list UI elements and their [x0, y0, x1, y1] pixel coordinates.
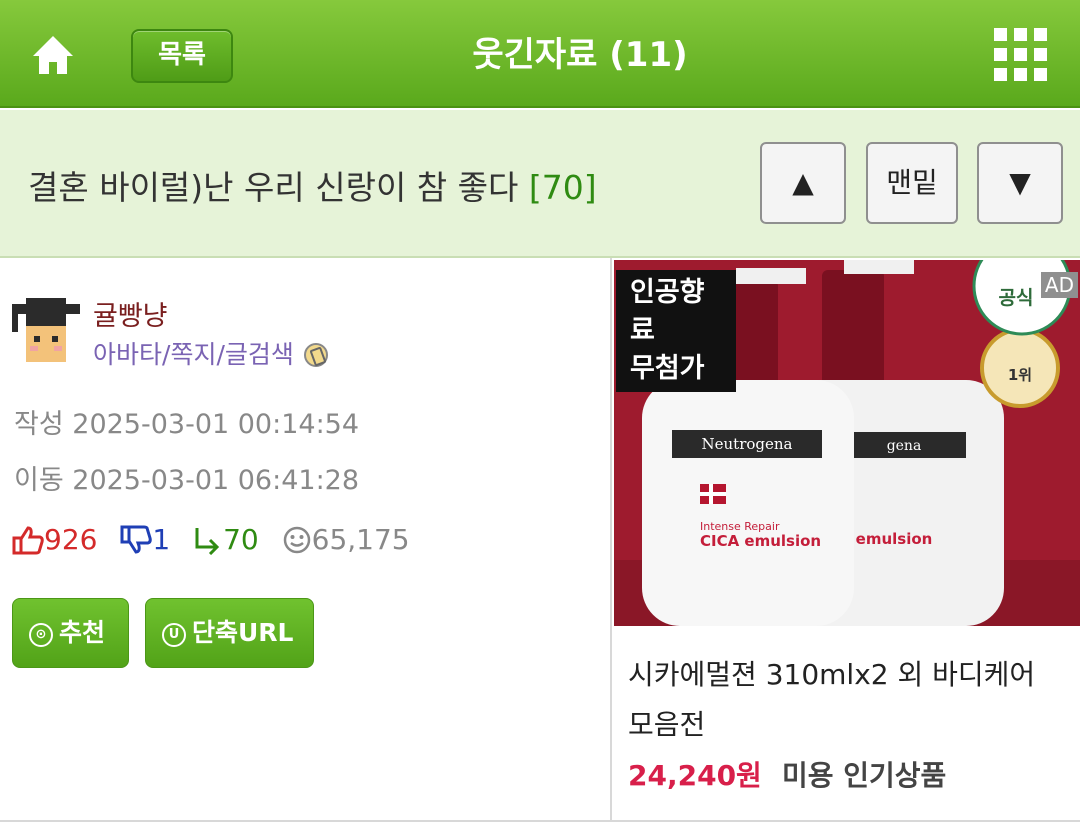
search-posts-link[interactable]: 글검색	[225, 340, 294, 369]
ad-mark[interactable]: AD	[1040, 272, 1078, 298]
svg-text:emulsion: emulsion	[856, 530, 933, 548]
ad-product-line2: CICA emulsion	[700, 532, 821, 550]
list-button[interactable]: 목록	[131, 29, 233, 83]
svg-text:genа: genа	[887, 438, 922, 454]
avatar-link[interactable]: 아바타	[93, 340, 162, 369]
grid-menu-button[interactable]	[994, 28, 1048, 82]
home-button[interactable]	[28, 30, 78, 80]
thumbs-down-icon	[120, 525, 153, 554]
recommend-icon: ⊙	[29, 623, 53, 647]
post-title-bar: 결혼 바이럴)난 우리 신랑이 참 좋다 [70] ▲ 맨밑 ▼	[0, 110, 1080, 258]
post-info-panel: 귤빵냥 아바타/쪽지/글검색 작성 2025-03-01 00:14:54 이동…	[0, 260, 610, 820]
reply-arrow-icon	[195, 528, 220, 556]
dislike-stat: 1	[120, 523, 170, 557]
like-stat: 926	[12, 523, 97, 557]
home-icon	[33, 36, 73, 74]
ad-price: 24,240원	[628, 759, 762, 792]
author-nickname[interactable]: 귤빵냥	[93, 300, 168, 334]
memo-badge-icon[interactable]	[303, 343, 328, 367]
prev-post-button[interactable]: ▲	[760, 142, 846, 224]
ad-official-text: 공식	[999, 287, 1034, 309]
message-link[interactable]: 쪽지	[170, 340, 216, 369]
ad-title[interactable]: 시카에멀젼 310mlx2 외 바디케어 모음전	[628, 650, 1068, 750]
ad-brand-text: Neutrogena	[702, 435, 793, 453]
ad-banner[interactable]: genа emulsion Neutrogena Intense Repair …	[610, 258, 1080, 820]
post-stats: 926 1 70 65,175	[12, 522, 424, 557]
top-bar: 목록 웃긴자료 (11)	[0, 0, 1080, 108]
recommend-button[interactable]: ⊙ 추천	[12, 598, 129, 668]
view-count: 65,175	[311, 523, 410, 556]
ad-category: 미용 인기상품	[782, 759, 947, 792]
divider	[0, 820, 1080, 822]
reply-count: 70	[223, 523, 259, 556]
comment-count[interactable]: [70]	[529, 168, 597, 207]
ad-product-image[interactable]: genа emulsion Neutrogena Intense Repair …	[614, 260, 1080, 626]
like-count: 926	[44, 523, 98, 556]
go-bottom-button[interactable]: 맨밑	[866, 142, 958, 224]
avatar[interactable]	[12, 298, 80, 368]
ad-badge: 인공향료 무첨가	[616, 270, 736, 392]
smiley-icon	[283, 526, 310, 554]
post-title: 결혼 바이럴)난 우리 신랑이 참 좋다 [70]	[28, 168, 597, 208]
post-title-text: 결혼 바이럴)난 우리 신랑이 참 좋다	[28, 168, 519, 207]
author-links: 아바타/쪽지/글검색	[93, 338, 328, 372]
next-post-button[interactable]: ▼	[977, 142, 1063, 224]
thumbs-up-icon	[12, 526, 44, 555]
short-url-button[interactable]: U 단축URL	[145, 598, 314, 668]
dislike-count: 1	[152, 523, 171, 556]
ad-award-rank: 1위	[1008, 366, 1032, 384]
short-url-label: 단축URL	[192, 618, 294, 647]
reply-stat: 70	[193, 523, 259, 557]
created-time: 작성 2025-03-01 00:14:54	[14, 409, 360, 440]
view-stat: 65,175	[282, 523, 410, 557]
board-title: 웃긴자료 (11)	[472, 35, 688, 75]
url-icon: U	[162, 623, 186, 647]
recommend-label: 추천	[59, 618, 106, 647]
moved-time: 이동 2025-03-01 06:41:28	[14, 465, 360, 496]
